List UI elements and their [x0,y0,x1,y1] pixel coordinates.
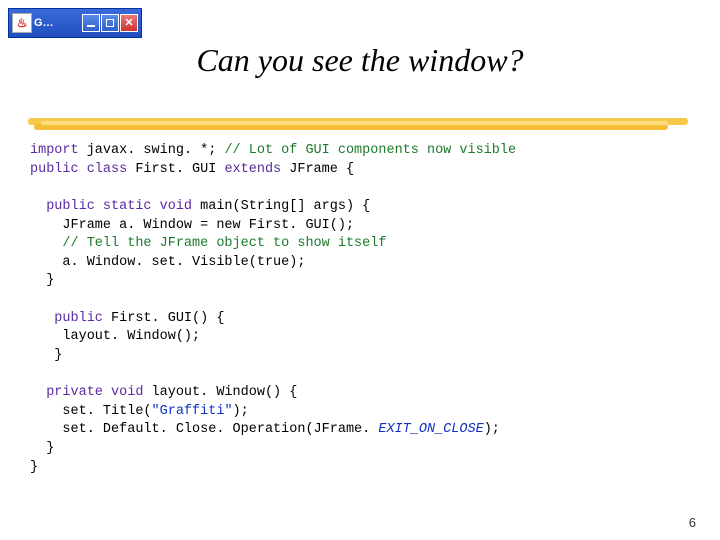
code-text: First. GUI() { [103,311,225,326]
code-text: } [30,348,62,363]
title-underline-marker [28,118,688,132]
code-text: set. Default. Close. Operation(JFrame. [30,422,378,437]
constant: EXIT_ON_CLOSE [378,422,483,437]
keyword: extends [224,162,281,177]
code-text: } [30,460,38,475]
code-text: } [30,441,54,456]
keyword: public [30,311,103,326]
code-text: ); [484,422,500,437]
mini-window-titlebar: ♨ G… [8,8,142,38]
comment: // Tell the JFrame object to show itself [30,236,386,251]
code-text: ); [233,404,249,419]
minimize-button[interactable] [82,14,100,32]
java-icon: ♨ [12,13,32,33]
code-text: JFrame a. Window = new First. GUI(); [30,218,354,233]
code-block: import javax. swing. *; // Lot of GUI co… [30,142,690,477]
code-text: JFrame { [281,162,354,177]
maximize-button[interactable] [101,14,119,32]
code-text: layout. Window(); [30,329,200,344]
code-text: First. GUI [127,162,224,177]
keyword: public static void [30,199,192,214]
keyword: public class [30,162,127,177]
close-button[interactable] [120,14,138,32]
page-number: 6 [689,515,696,530]
code-text: main(String[] args) { [192,199,370,214]
code-text: layout. Window() { [143,385,297,400]
keyword: import [30,143,79,158]
comment: // Lot of GUI components now visible [224,143,516,158]
keyword: private void [30,385,143,400]
code-text: } [30,273,54,288]
window-title: G… [34,17,81,29]
code-text: a. Window. set. Visible(true); [30,255,305,270]
slide-title: Can you see the window? [0,42,720,79]
code-text: set. Title( [30,404,152,419]
string-literal: "Graffiti" [152,404,233,419]
code-text: javax. swing. *; [79,143,225,158]
